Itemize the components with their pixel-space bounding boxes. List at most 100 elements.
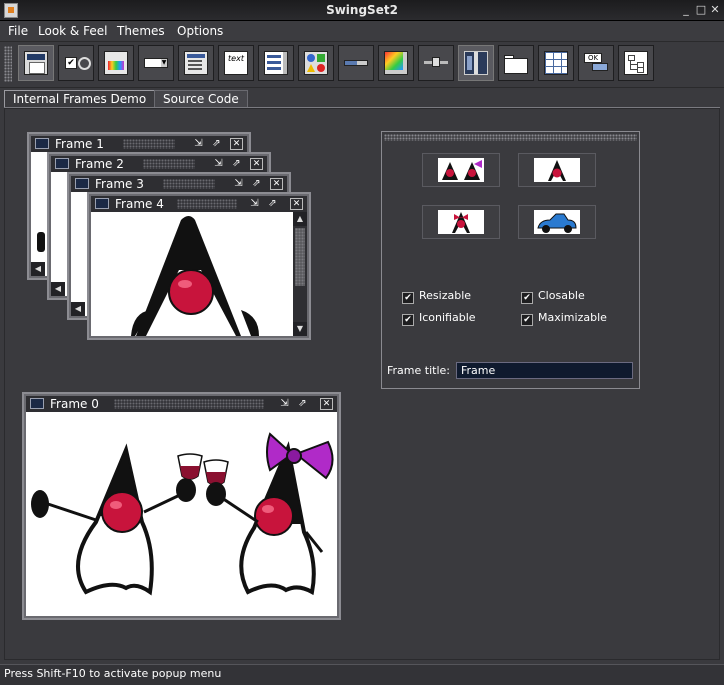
frame-titlebar-grip [123,139,175,149]
ok-icon-text: OK [584,53,602,63]
maximize-icon[interactable]: ⇗ [210,138,223,150]
toolbar-grip[interactable] [4,46,12,82]
resizable-checkbox[interactable]: ✔ Resizable [402,289,471,304]
duke-bowtie-icon [438,210,484,234]
frame-content: ▲ ▼ [91,212,307,336]
frame-vertical-scrollbar[interactable]: ▲ ▼ [293,212,307,336]
frame-icon [30,398,44,409]
scroll-left-icon[interactable]: ◀ [51,282,65,296]
internal-frame-4[interactable]: Frame 4 ⇲ ⇗ ✕ ▲ ▼ [87,192,311,340]
progress-bar-demo-icon [344,51,368,75]
duke-toasting-image [31,432,334,596]
list-demo-icon [264,51,288,75]
duke-mascot-image [131,216,259,336]
internal-frames-demo-button[interactable] [18,45,54,81]
scroll-pane-demo-button[interactable] [378,45,414,81]
split-pane-demo-icon [464,51,488,75]
menu-file[interactable]: File [8,21,28,41]
window-titlebar[interactable]: SwingSet2 _ □ ✕ [0,0,724,21]
scroll-left-icon[interactable]: ◀ [31,262,45,276]
internal-frames-demo-icon [24,51,48,75]
maximize-icon[interactable]: ⇗ [296,398,309,410]
html-demo-button[interactable]: text [218,45,254,81]
frame-titlebar[interactable]: Frame 4 ⇲ ⇗ ✕ [91,196,307,212]
menu-options[interactable]: Options [177,21,223,41]
file-chooser-demo-button[interactable] [178,45,214,81]
tooltip-demo-button[interactable]: OK [578,45,614,81]
tabbed-pane-demo-icon [504,51,528,75]
tree-demo-icon [624,51,648,75]
close-icon[interactable]: ✕ [320,398,333,410]
internal-frame-0[interactable]: Frame 0 ⇲ ⇗ ✕ [22,392,341,620]
maximize-icon[interactable]: ⇗ [250,178,263,190]
scroll-up-icon[interactable]: ▲ [293,212,307,226]
iconify-icon[interactable]: ⇲ [278,398,291,410]
scroll-pane-demo-icon [384,51,408,75]
iconify-icon[interactable]: ⇲ [212,158,225,170]
combobox-demo-icon: ▼ [144,51,168,75]
scroll-down-icon[interactable]: ▼ [293,322,307,336]
menu-themes[interactable]: Themes [117,21,165,41]
closable-checkbox[interactable]: ✔ Closable [521,289,585,304]
frame-titlebar[interactable]: Frame 1 ⇲ ⇗ ✕ [31,136,247,152]
maximizable-checkbox[interactable]: ✔ Maximizable [521,311,607,326]
close-icon[interactable]: ✕ [290,198,303,210]
maximize-icon[interactable]: □ [695,3,707,16]
window-title: SwingSet2 [326,3,398,17]
menu-look-and-feel[interactable]: Look & Feel [38,21,107,41]
frame-titlebar-grip [143,159,195,169]
iconify-icon[interactable]: ⇲ [192,138,205,150]
frame-title: Frame 3 [95,177,144,191]
frame-titlebar[interactable]: Frame 0 ⇲ ⇗ ✕ [26,396,337,412]
slider-demo-button[interactable] [418,45,454,81]
frame-title: Frame 2 [75,157,124,171]
buttons-demo-button[interactable]: ✔ [58,45,94,81]
frame-titlebar[interactable]: Frame 2 ⇲ ⇗ ✕ [51,156,267,172]
create-duke-bowtie-frame-button[interactable] [422,205,500,239]
close-icon[interactable]: ✕ [230,138,243,150]
duke-car-icon [534,210,580,234]
status-bar: Press Shift-F10 to activate popup menu [0,664,724,685]
frame-title-input[interactable] [456,362,633,379]
frame-titlebar[interactable]: Frame 3 ⇲ ⇗ ✕ [71,176,287,192]
table-demo-button[interactable] [538,45,574,81]
close-icon[interactable]: ✕ [709,3,721,16]
menubar: File Look & Feel Themes Options [0,21,724,41]
frame-icon [55,158,69,169]
scrollbar-thumb[interactable] [295,228,305,286]
list-demo-button[interactable] [258,45,294,81]
iconifiable-checkbox[interactable]: ✔ Iconifiable [402,311,476,326]
table-demo-icon [544,51,568,75]
close-icon[interactable]: ✕ [270,178,283,190]
maximize-icon[interactable]: ⇗ [230,158,243,170]
tab-source-code[interactable]: Source Code [154,90,248,108]
color-chooser-demo-button[interactable] [98,45,134,81]
tab-internal-frames-demo[interactable]: Internal Frames Demo [4,90,156,108]
file-chooser-demo-icon [184,51,208,75]
option-pane-demo-button[interactable] [298,45,334,81]
duke-hand-image [37,232,45,252]
tree-demo-button[interactable] [618,45,654,81]
status-text: Press Shift-F10 to activate popup menu [4,667,222,680]
combobox-demo-button[interactable]: ▼ [138,45,174,81]
tabbed-pane-demo-button[interactable] [498,45,534,81]
frame-titlebar-grip [177,199,237,209]
create-duke-single-frame-button[interactable] [518,153,596,187]
color-chooser-demo-icon [104,51,128,75]
frame-title: Frame 4 [115,197,164,211]
create-duke-toasting-frame-button[interactable] [422,153,500,187]
progress-bar-demo-button[interactable] [338,45,374,81]
maximize-icon[interactable]: ⇗ [266,198,279,210]
minimize-icon[interactable]: _ [680,3,692,16]
close-icon[interactable]: ✕ [250,158,263,170]
tooltip-demo-icon: OK [584,51,608,75]
frame-titlebar-grip [163,179,215,189]
frame-icon [35,138,49,149]
create-duke-car-frame-button[interactable] [518,205,596,239]
scroll-left-icon[interactable]: ◀ [71,302,85,316]
panel-grip [384,134,637,141]
iconify-icon[interactable]: ⇲ [248,198,261,210]
split-pane-demo-button[interactable] [458,45,494,81]
iconify-icon[interactable]: ⇲ [232,178,245,190]
frame-titlebar-grip [114,399,264,409]
